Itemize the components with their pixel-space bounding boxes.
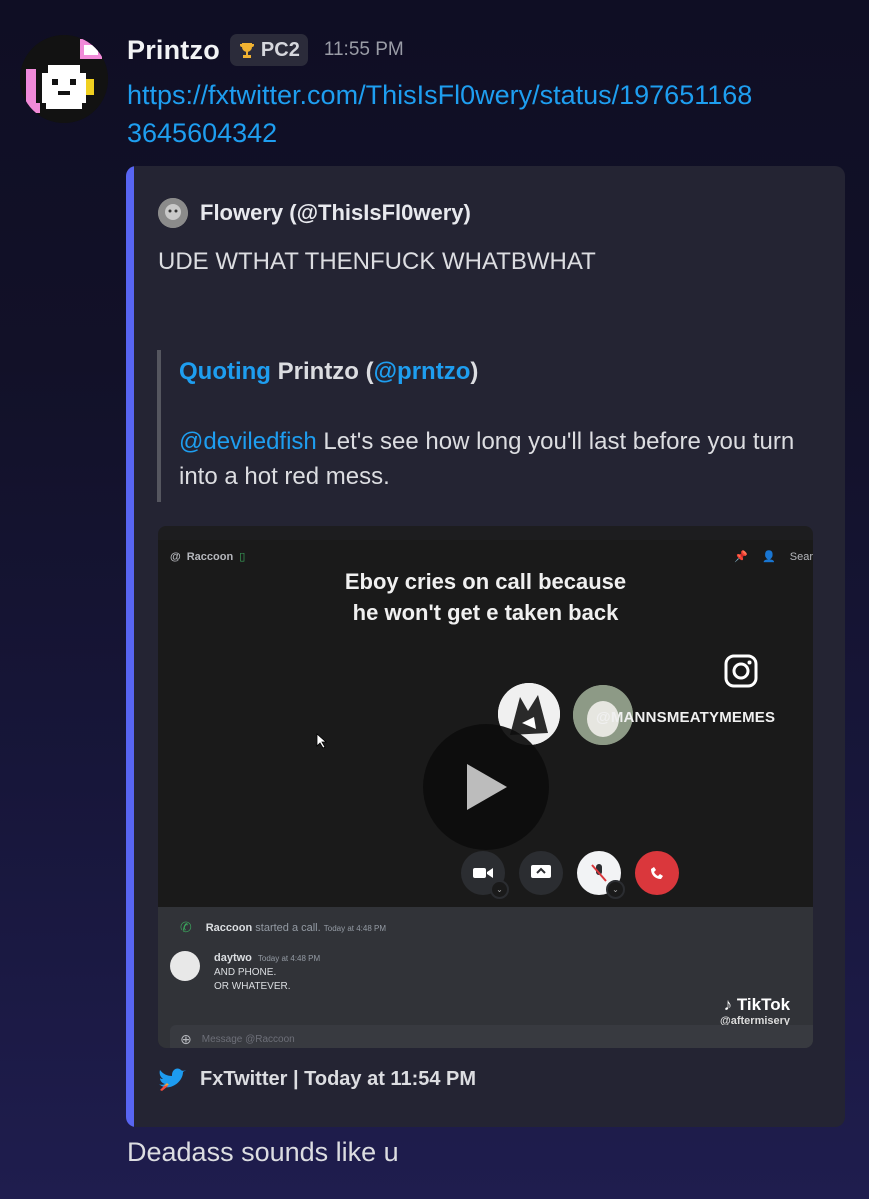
mention-link[interactable]: @deviledfish bbox=[179, 428, 317, 455]
tiktok-icon: ♪ bbox=[723, 995, 733, 1014]
call-started-text: started a call. bbox=[255, 921, 321, 934]
chat-time: Today at 4:48 PM bbox=[257, 954, 321, 963]
follow-up-message: Deadass sounds like u bbox=[127, 1137, 399, 1167]
call-started-time: Today at 4:48 PM bbox=[323, 923, 387, 933]
mic-muted-icon bbox=[591, 864, 607, 882]
camera-button: ⌄ bbox=[461, 851, 509, 899]
mouse-cursor-icon bbox=[316, 733, 328, 749]
tiktok-watermark: ♪ TikTok @aftermisery bbox=[720, 995, 790, 1027]
plus-icon: ⊕ bbox=[180, 1030, 192, 1047]
quote-title: Quoting Printzo (@prntzo) bbox=[179, 358, 478, 386]
call-name: Raccoon bbox=[186, 550, 234, 563]
screenshare-button bbox=[519, 851, 563, 895]
instagram-icon bbox=[724, 654, 758, 688]
hangup-button bbox=[635, 851, 679, 895]
tag-label: PC2 bbox=[260, 38, 300, 61]
pin-icon: 📌 bbox=[734, 551, 749, 563]
mute-button: ⌄ bbox=[577, 851, 625, 899]
quote-name: Printzo ( bbox=[277, 358, 374, 385]
quote-handle[interactable]: @prntzo bbox=[374, 358, 471, 385]
chevron-down-icon: ⌄ bbox=[490, 880, 509, 899]
fxtwitter-icon bbox=[159, 1068, 186, 1091]
server-tag[interactable]: PC2 bbox=[229, 34, 308, 66]
embed-author[interactable]: Flowery (@ThisIsFl0wery) bbox=[158, 198, 471, 228]
chat-avatar bbox=[170, 951, 200, 981]
quote-prefix: Quoting bbox=[179, 358, 271, 385]
caption-line-2: he won't get e taken back bbox=[352, 600, 619, 625]
chevron-down-icon: ⌄ bbox=[606, 880, 625, 899]
link-embed: Flowery (@ThisIsFl0wery) UDE WTHAT THENF… bbox=[126, 166, 845, 1127]
play-icon bbox=[467, 764, 507, 810]
chat-input-placeholder: Message @Raccoon bbox=[201, 1033, 295, 1045]
camera-icon bbox=[473, 868, 493, 878]
chat-message: Printzo PC2 11:55 PM https://fxtwitter.c… bbox=[0, 0, 869, 1199]
chat-username: daytwo bbox=[214, 952, 252, 964]
screenshare-icon bbox=[531, 865, 551, 878]
embed-footer: FxTwitter | Today at 11:54 PM bbox=[158, 1066, 476, 1092]
quoted-tweet: Quoting Printzo (@prntzo) @deviledfish L… bbox=[157, 350, 801, 502]
trophy-icon bbox=[239, 43, 254, 58]
chat-line-1: AND PHONE. bbox=[214, 967, 277, 978]
user-avatar[interactable] bbox=[20, 35, 108, 123]
chat-message-row: daytwo Today at 4:48 PM AND PHONE. OR WHA… bbox=[170, 951, 320, 994]
embed-description: UDE WTHAT THENFUCK WHATBWHAT bbox=[158, 248, 596, 275]
video-caption: Eboy cries on call because he won't get … bbox=[158, 566, 813, 628]
call-starter: Raccoon bbox=[205, 921, 253, 934]
message-timestamp: 11:55 PM bbox=[323, 39, 404, 60]
author-avatar bbox=[158, 198, 188, 228]
message-link[interactable]: https://fxtwitter.com/ThisIsFl0wery/stat… bbox=[127, 76, 767, 152]
video-chat-input: ⊕ Message @Raccoon bbox=[170, 1025, 813, 1048]
call-header: @ Raccoon ▯ bbox=[170, 550, 246, 564]
search-label: Sear bbox=[789, 550, 813, 563]
embed-author-name: Flowery (@ThisIsFl0wery) bbox=[200, 200, 471, 225]
tiktok-label: TikTok bbox=[736, 995, 791, 1014]
chat-body: daytwo Today at 4:48 PM AND PHONE. OR WHA… bbox=[214, 951, 320, 994]
phone-icon: ▯ bbox=[239, 551, 246, 563]
chat-line-2: OR WHATEVER. bbox=[214, 981, 291, 992]
add-user-icon: 👤 bbox=[762, 551, 776, 563]
phone-icon: ✆ bbox=[180, 919, 192, 935]
hangup-icon bbox=[651, 867, 663, 879]
caption-line-1: Eboy cries on call because bbox=[344, 569, 627, 594]
message-header: Printzo PC2 11:55 PM bbox=[127, 30, 404, 70]
embed-footer-text: FxTwitter | Today at 11:54 PM bbox=[200, 1067, 477, 1090]
video-watermark: @MANNSMEATYMEMES bbox=[596, 709, 776, 726]
quote-suffix: ) bbox=[470, 358, 479, 385]
embed-accent-bar bbox=[126, 166, 134, 1127]
call-controls: ⌄ ⌄ bbox=[461, 851, 679, 899]
video-chat-area: ✆ Raccoon started a call. Today at 4:48 … bbox=[158, 907, 813, 1048]
at-icon: @ bbox=[170, 550, 181, 563]
username[interactable]: Printzo bbox=[127, 35, 220, 66]
call-started-line: ✆ Raccoon started a call. Today at 4:48 … bbox=[180, 919, 386, 936]
play-button[interactable] bbox=[423, 724, 549, 850]
video-player[interactable]: @ Raccoon ▯ 📌 👤 Sear Eboy cries on call … bbox=[158, 526, 813, 1048]
quote-text: @deviledfish Let's see how long you'll l… bbox=[179, 424, 799, 494]
call-toolbar: 📌 👤 Sear bbox=[734, 550, 813, 564]
